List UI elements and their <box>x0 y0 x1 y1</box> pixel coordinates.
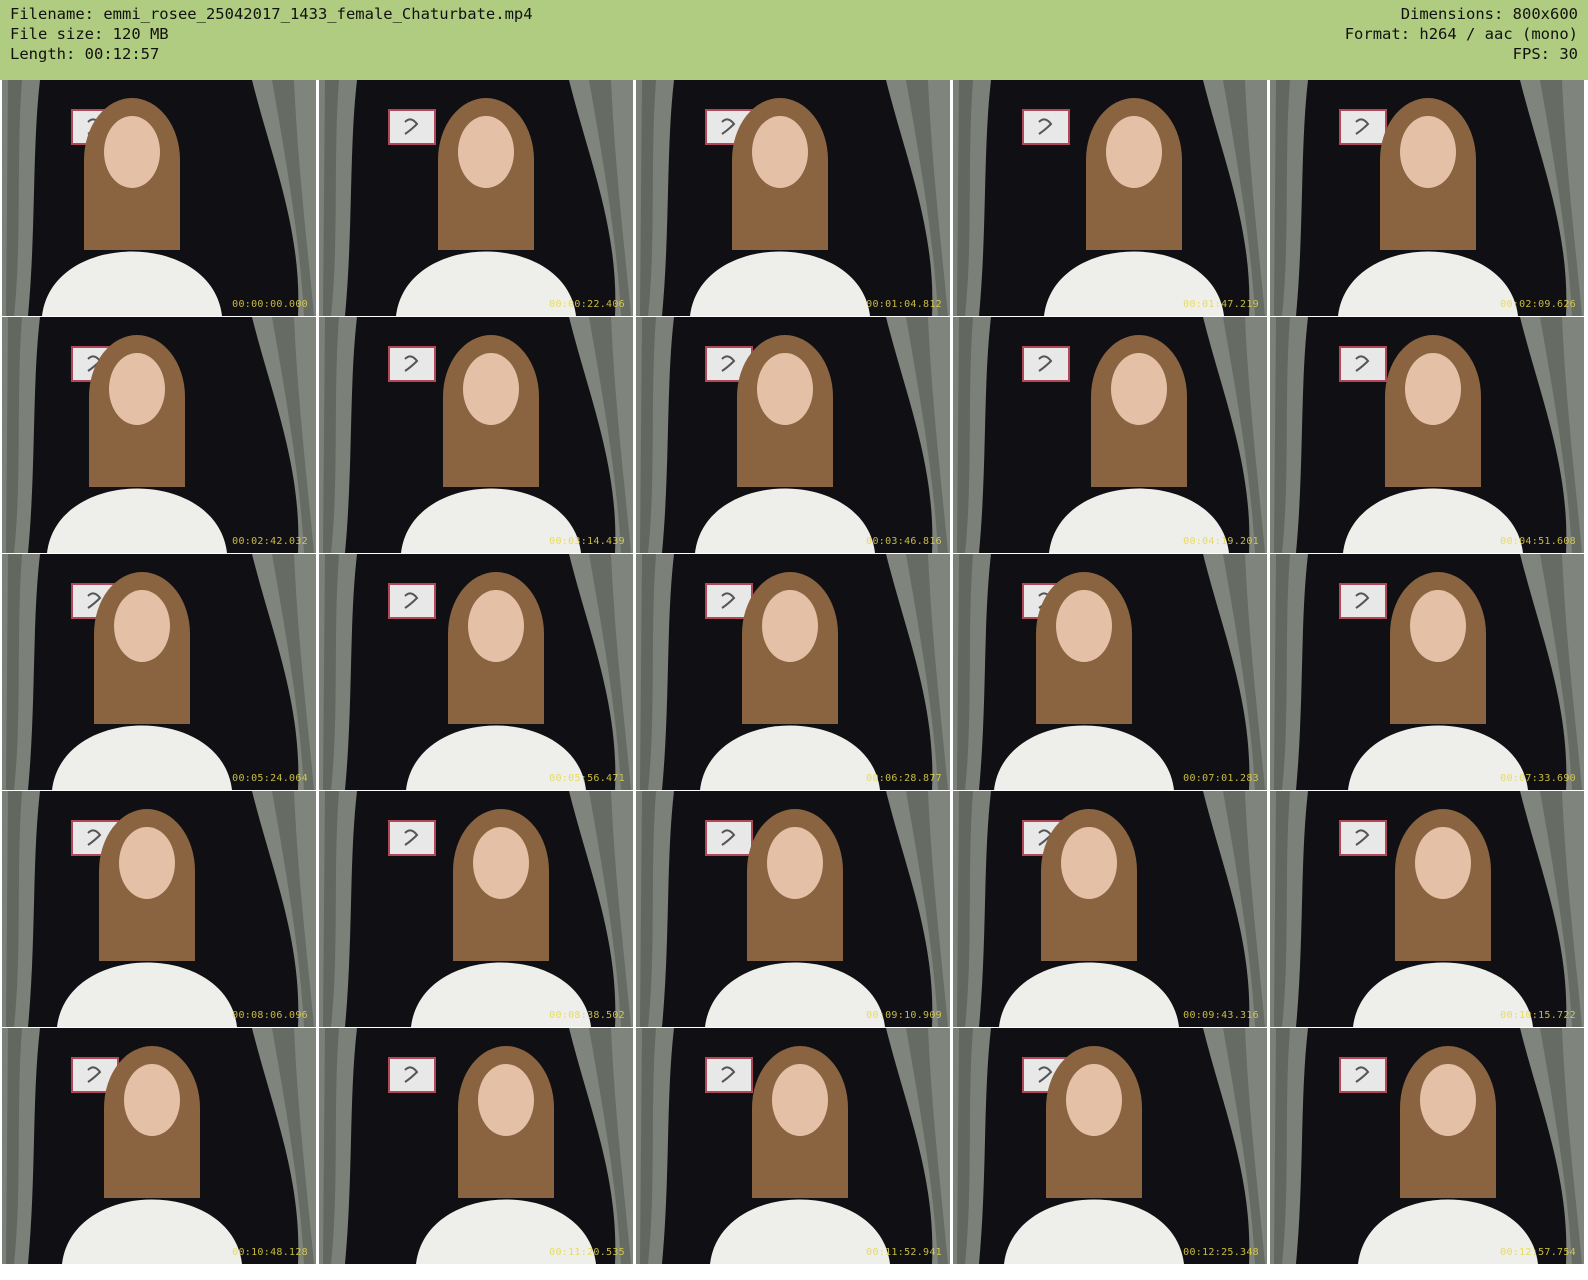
video-thumbnail: 00:00:22.406 <box>319 80 633 316</box>
video-thumbnail: 00:06:28.877 <box>636 554 950 790</box>
frame-image <box>953 554 1267 790</box>
fps-text: FPS: 30 <box>1512 45 1578 63</box>
video-thumbnail: 00:12:57.754 <box>1270 1028 1584 1264</box>
video-thumbnail: 00:09:43.316 <box>953 791 1267 1027</box>
video-thumbnail: 00:12:25.348 <box>953 1028 1267 1264</box>
info-right-column: Dimensions: 800x600 Format: h264 / aac (… <box>1345 4 1578 64</box>
frame-image <box>1270 554 1584 790</box>
thumbnail-timestamp: 00:12:25.348 <box>1183 1247 1259 1258</box>
video-thumbnail: 00:04:51.608 <box>1270 317 1584 553</box>
length-text: Length: 00:12:57 <box>10 45 160 63</box>
frame-image <box>319 317 633 553</box>
thumbnail-timestamp: 00:00:00.000 <box>232 299 308 310</box>
frame-image <box>636 1028 950 1264</box>
thumbnail-timestamp: 00:06:28.877 <box>866 773 942 784</box>
frame-image <box>2 80 316 316</box>
video-thumbnail: 00:02:09.626 <box>1270 80 1584 316</box>
video-thumbnail: 00:05:24.064 <box>2 554 316 790</box>
filename-text: Filename: emmi_rosee_25042017_1433_femal… <box>10 5 533 23</box>
frame-image <box>1270 80 1584 316</box>
video-thumbnail: 00:08:06.096 <box>2 791 316 1027</box>
video-thumbnail: 00:10:15.722 <box>1270 791 1584 1027</box>
info-left-column: Filename: emmi_rosee_25042017_1433_femal… <box>10 4 533 64</box>
thumbnail-timestamp: 00:10:48.128 <box>232 1247 308 1258</box>
frame-image <box>636 791 950 1027</box>
thumbnail-timestamp: 00:04:51.608 <box>1500 536 1576 547</box>
thumbnail-timestamp: 00:03:14.439 <box>549 536 625 547</box>
video-thumbnail: 00:02:42.032 <box>2 317 316 553</box>
thumbnail-timestamp: 00:00:22.406 <box>549 299 625 310</box>
video-thumbnail: 00:00:00.000 <box>2 80 316 316</box>
file-size-text: File size: 120 MB <box>10 25 169 43</box>
thumbnail-timestamp: 00:07:33.690 <box>1500 773 1576 784</box>
thumbnail-timestamp: 00:08:06.096 <box>232 1010 308 1021</box>
frame-image <box>319 80 633 316</box>
video-thumbnail: 00:07:01.283 <box>953 554 1267 790</box>
thumbnail-timestamp: 00:12:57.754 <box>1500 1247 1576 1258</box>
frame-image <box>953 791 1267 1027</box>
thumbnail-timestamp: 00:01:04.812 <box>866 299 942 310</box>
frame-image <box>2 791 316 1027</box>
video-thumbnail: 00:05:56.471 <box>319 554 633 790</box>
frame-image <box>636 80 950 316</box>
video-thumbnail: 00:03:14.439 <box>319 317 633 553</box>
thumbnail-timestamp: 00:03:46.816 <box>866 536 942 547</box>
frame-image <box>319 791 633 1027</box>
frame-image <box>953 1028 1267 1264</box>
frame-image <box>953 80 1267 316</box>
video-thumbnail: 00:10:48.128 <box>2 1028 316 1264</box>
thumbnail-timestamp: 00:10:15.722 <box>1500 1010 1576 1021</box>
video-thumbnail: 00:08:38.502 <box>319 791 633 1027</box>
thumbnail-timestamp: 00:01:47.219 <box>1183 299 1259 310</box>
video-thumbnail: 00:03:46.816 <box>636 317 950 553</box>
thumbnail-grid: 00:00:00.000 00:00:22.406 00:01:04.812 00:0… <box>0 80 1588 1280</box>
video-thumbnail: 00:11:52.941 <box>636 1028 950 1264</box>
frame-image <box>2 1028 316 1264</box>
file-info-header: Filename: emmi_rosee_25042017_1433_femal… <box>0 0 1588 80</box>
frame-image <box>1270 1028 1584 1264</box>
frame-image <box>636 317 950 553</box>
thumbnail-timestamp: 00:07:01.283 <box>1183 773 1259 784</box>
frame-image <box>2 554 316 790</box>
video-thumbnail: 00:04:19.201 <box>953 317 1267 553</box>
video-thumbnail: 00:01:47.219 <box>953 80 1267 316</box>
thumbnail-timestamp: 00:02:09.626 <box>1500 299 1576 310</box>
thumbnail-timestamp: 00:02:42.032 <box>232 536 308 547</box>
frame-image <box>319 1028 633 1264</box>
format-text: Format: h264 / aac (mono) <box>1344 25 1578 43</box>
frame-image <box>953 317 1267 553</box>
frame-image <box>2 317 316 553</box>
video-thumbnail: 00:01:04.812 <box>636 80 950 316</box>
frame-image <box>319 554 633 790</box>
contact-sheet: Filename: emmi_rosee_25042017_1433_femal… <box>0 0 1588 1280</box>
thumbnail-timestamp: 00:11:20.535 <box>549 1247 625 1258</box>
frame-image <box>636 554 950 790</box>
thumbnail-timestamp: 00:09:10.909 <box>866 1010 942 1021</box>
frame-image <box>1270 791 1584 1027</box>
dimensions-text: Dimensions: 800x600 <box>1400 5 1578 23</box>
video-thumbnail: 00:11:20.535 <box>319 1028 633 1264</box>
thumbnail-timestamp: 00:05:24.064 <box>232 773 308 784</box>
thumbnail-timestamp: 00:05:56.471 <box>549 773 625 784</box>
thumbnail-timestamp: 00:09:43.316 <box>1183 1010 1259 1021</box>
video-thumbnail: 00:09:10.909 <box>636 791 950 1027</box>
frame-image <box>1270 317 1584 553</box>
thumbnail-timestamp: 00:11:52.941 <box>866 1247 942 1258</box>
thumbnail-timestamp: 00:08:38.502 <box>549 1010 625 1021</box>
video-thumbnail: 00:07:33.690 <box>1270 554 1584 790</box>
thumbnail-timestamp: 00:04:19.201 <box>1183 536 1259 547</box>
